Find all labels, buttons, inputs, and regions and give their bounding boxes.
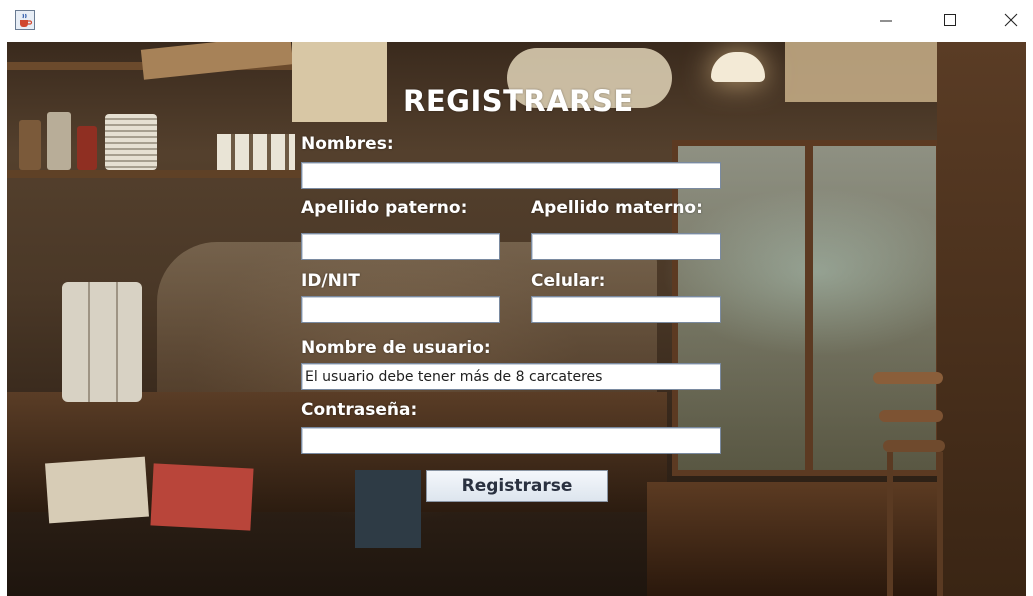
background-stool — [883, 440, 945, 452]
id-nit-label: ID/NIT — [301, 271, 360, 291]
nombres-input[interactable] — [301, 162, 721, 189]
usuario-label: Nombre de usuario: — [301, 338, 491, 358]
window-title-bar — [0, 0, 1033, 42]
background-cup-stack — [62, 282, 142, 402]
background-jar — [19, 120, 41, 170]
background-sign — [140, 42, 294, 80]
background-wall — [937, 42, 1026, 596]
background-cups — [217, 134, 295, 170]
minimize-icon — [880, 20, 892, 22]
background-stool — [879, 410, 943, 422]
registrarse-button[interactable]: Registrarse — [426, 470, 608, 502]
background-jar — [77, 126, 97, 170]
contrasena-label: Contraseña: — [301, 400, 418, 420]
background-box — [45, 456, 149, 524]
close-button[interactable] — [988, 0, 1033, 40]
background-shelf — [7, 170, 307, 178]
nombres-label: Nombres: — [301, 134, 394, 154]
background-poster — [292, 42, 387, 122]
background-stool — [873, 372, 943, 384]
contrasena-input[interactable] — [301, 427, 721, 454]
background-stool-legs — [887, 452, 943, 596]
registration-panel: REGISTRARSE Nombres: Apellido paterno: A… — [7, 42, 1026, 596]
maximize-button[interactable] — [927, 0, 973, 40]
celular-label: Celular: — [531, 271, 606, 291]
id-nit-input[interactable] — [301, 296, 500, 323]
apellido-materno-label: Apellido materno: — [531, 198, 703, 218]
form-title: REGISTRARSE — [403, 84, 634, 118]
maximize-icon — [944, 14, 956, 26]
background-box — [150, 463, 254, 531]
minimize-button[interactable] — [863, 0, 909, 40]
java-cup-icon[interactable] — [15, 10, 35, 30]
background-box — [355, 470, 421, 548]
apellido-paterno-input[interactable] — [301, 233, 500, 260]
background-door-frame — [805, 140, 813, 476]
background-plates — [105, 114, 157, 170]
apellido-materno-input[interactable] — [531, 233, 721, 260]
apellido-paterno-label: Apellido paterno: — [301, 198, 468, 218]
background-jar — [47, 112, 71, 170]
background-lamp — [711, 52, 765, 82]
celular-input[interactable] — [531, 296, 721, 323]
usuario-input[interactable] — [301, 363, 721, 390]
close-icon — [1004, 13, 1018, 27]
